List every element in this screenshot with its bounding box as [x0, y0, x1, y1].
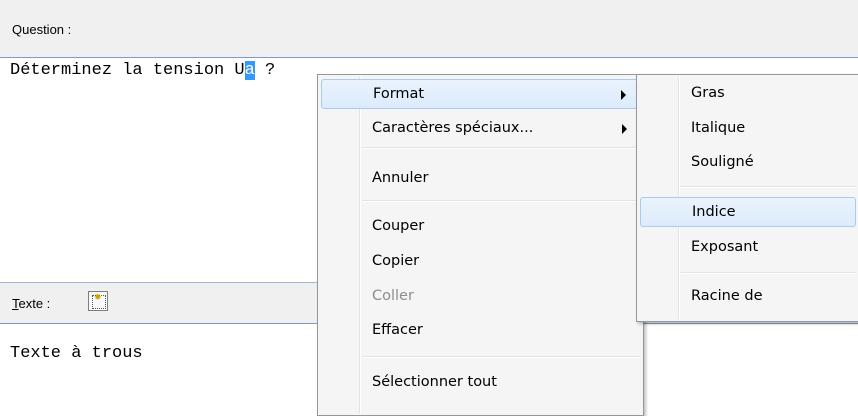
texte-label-rest: exte :: [18, 296, 51, 311]
question-text-before: Déterminez la tension U: [10, 61, 245, 80]
menu-item-label: Couper: [372, 218, 425, 234]
menu-item-label: Caractères spéciaux...: [372, 120, 534, 136]
sparkle-icon: ✸: [94, 292, 102, 302]
menu-item-select-all[interactable]: Sélectionner tout: [321, 368, 640, 398]
menu-item-undo[interactable]: Annuler: [321, 164, 640, 194]
menu-item-label: Exposant: [691, 239, 759, 255]
submenu-arrow-icon: [622, 124, 627, 134]
menu-separator: [681, 186, 856, 188]
format-submenu: Gras Italique Souligné Indice Exposant R…: [636, 74, 858, 322]
menu-item-label: Format: [373, 86, 425, 102]
question-text-field[interactable]: Déterminez la tension Ua ?: [10, 61, 275, 80]
menu-item-square-root[interactable]: Racine de: [640, 282, 856, 312]
menu-separator: [681, 272, 856, 274]
menu-item-underline[interactable]: Souligné: [640, 148, 856, 178]
menu-item-copy[interactable]: Copier: [321, 247, 640, 277]
question-text-after: ?: [254, 61, 276, 80]
menu-item-label: Annuler: [372, 170, 429, 186]
menu-item-label: Sélectionner tout: [372, 374, 497, 390]
menu-item-format[interactable]: Format: [321, 79, 640, 109]
menu-item-label: Racine de: [691, 288, 763, 304]
texte-label: Texte :: [12, 296, 50, 311]
menu-separator: [362, 200, 640, 202]
menu-separator: [362, 147, 640, 149]
context-menu: Format Caractères spéciaux... Annuler Co…: [317, 74, 644, 416]
menu-item-delete[interactable]: Effacer: [321, 316, 640, 346]
menu-item-bold[interactable]: Gras: [640, 79, 856, 109]
question-label-bar: Question :: [0, 0, 858, 58]
menu-item-special-characters[interactable]: Caractères spéciaux...: [321, 114, 640, 144]
question-label: Question :: [12, 22, 72, 37]
menu-item-subscript[interactable]: Indice: [640, 197, 856, 227]
menu-item-label: Effacer: [372, 322, 423, 338]
menu-item-label: Indice: [692, 204, 736, 220]
menu-item-label: Italique: [691, 120, 746, 136]
submenu-arrow-icon: [621, 90, 626, 100]
menu-item-label: Copier: [372, 253, 420, 269]
menu-item-cut[interactable]: Couper: [321, 212, 640, 242]
question-text-selection: a: [244, 61, 255, 80]
texte-text-field[interactable]: Texte à trous: [10, 344, 143, 363]
menu-item-label: Souligné: [691, 154, 754, 170]
menu-item-label: Gras: [691, 85, 725, 101]
menu-item-superscript[interactable]: Exposant: [640, 233, 856, 263]
new-document-icon[interactable]: ✸: [88, 291, 108, 311]
menu-separator: [362, 356, 640, 358]
menu-item-label: Coller: [372, 288, 414, 304]
menu-item-italic[interactable]: Italique: [640, 114, 856, 144]
menu-item-paste[interactable]: Coller: [321, 282, 640, 312]
